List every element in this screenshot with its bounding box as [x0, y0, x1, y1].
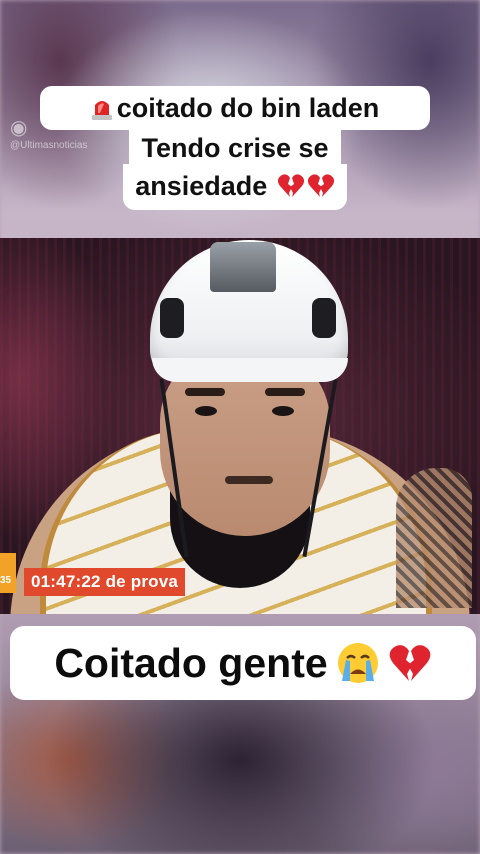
caption-top: coitado do bin laden Tendo crise se ansi…: [40, 86, 430, 210]
caption-bottom-text: Coitado gente: [54, 639, 328, 686]
tv-corner-text: 35: [0, 575, 12, 586]
timer-badge: 01:47:22 de prova: [24, 568, 186, 596]
crying-face-icon: [337, 643, 378, 683]
broken-heart-icon: [389, 645, 431, 681]
video-screen[interactable]: ◉ @Ultimasnoticias 35 01:47:22 de prova: [0, 0, 480, 854]
video-camera-icon: ◉: [10, 117, 28, 139]
caption-bottom: Coitado gente: [10, 626, 476, 700]
video-frame[interactable]: 35 01:47:22 de prova: [0, 238, 480, 614]
caption-line-3-text: ansiedade: [135, 171, 268, 201]
caption-line-1-text: coitado do bin laden: [116, 93, 380, 123]
siren-icon: [91, 101, 112, 120]
broken-heart-icon: [277, 174, 304, 197]
caption-line-3: ansiedade: [123, 164, 347, 210]
caption-line-2-text: Tendo crise se: [141, 133, 329, 163]
arm-tattoo: [396, 468, 472, 608]
broken-heart-icon: [307, 174, 334, 197]
tv-corner-badge: 35: [0, 553, 16, 593]
